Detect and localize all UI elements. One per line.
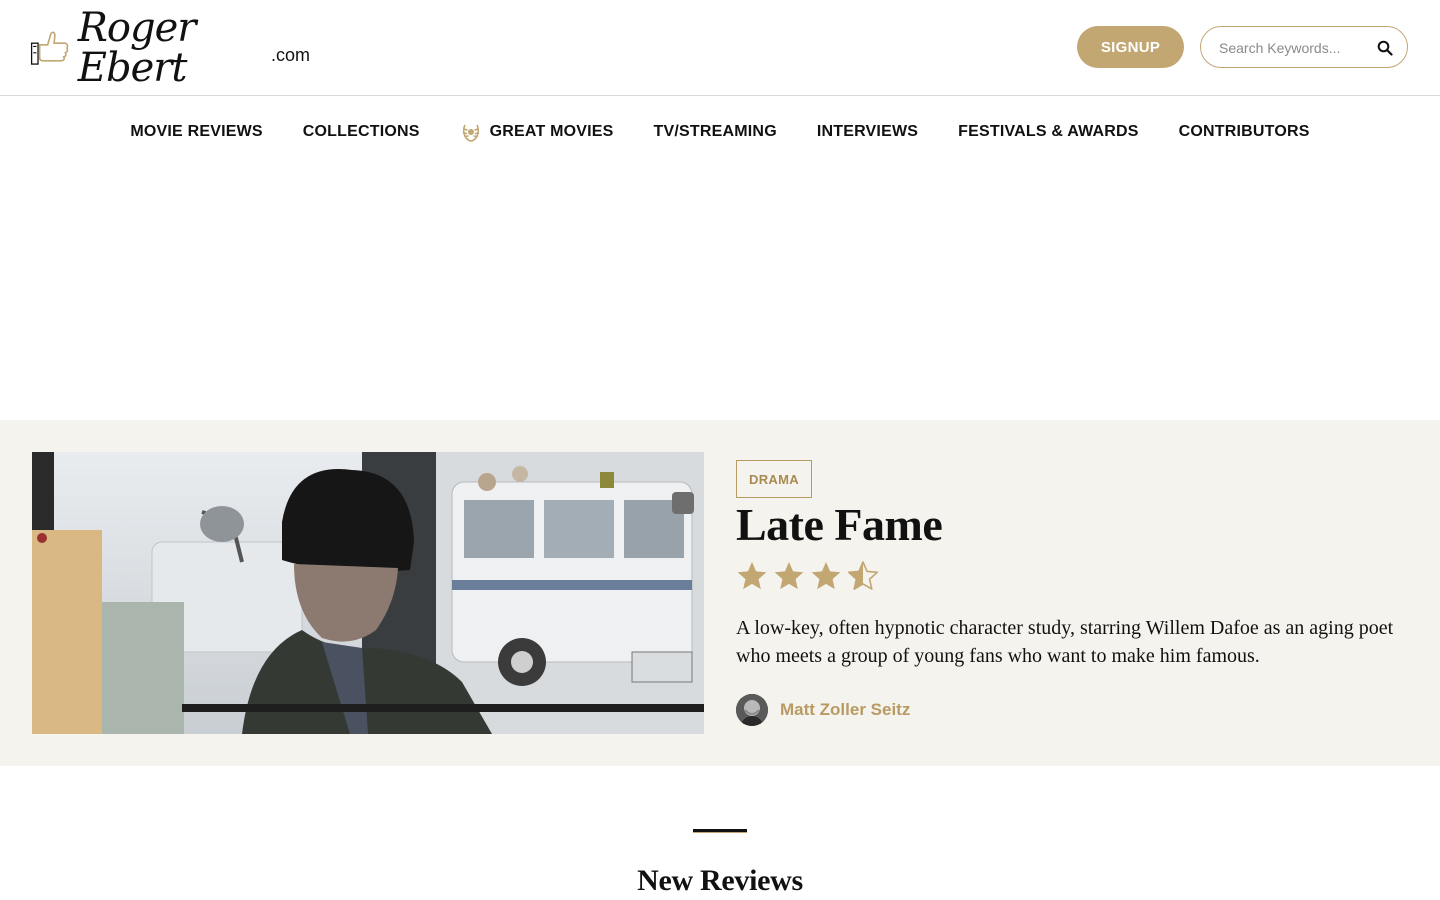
nav-item-label: MOVIE REVIEWS	[130, 123, 263, 140]
nav-item-label: CONTRIBUTORS	[1178, 123, 1310, 140]
star-full-icon	[811, 562, 841, 590]
nav-item-label: FESTIVALS & AWARDS	[958, 123, 1139, 140]
main-nav: MOVIE REVIEWS COLLECTIONS GREAT MOVIES T…	[0, 96, 1440, 168]
thumbs-up-logo-icon	[30, 31, 69, 65]
nav-item-label: GREAT MOVIES	[489, 123, 614, 140]
film-still-illustration	[32, 452, 704, 734]
star-half-icon	[847, 561, 879, 590]
author-name[interactable]: Matt Zoller Seitz	[780, 700, 910, 720]
nav-item-interviews[interactable]: INTERVIEWS	[817, 123, 918, 141]
nav-item-great-movies[interactable]: GREAT MOVIES	[460, 121, 614, 143]
new-reviews-heading: New Reviews	[637, 864, 803, 897]
nav-item-contributors[interactable]: CONTRIBUTORS	[1179, 123, 1310, 141]
nav-item-label: INTERVIEWS	[816, 123, 919, 140]
star-rating	[736, 560, 879, 592]
site-header: Roger Ebert .com SIGNUP	[0, 0, 1440, 96]
ad-placeholder	[0, 168, 1440, 420]
section-divider	[693, 829, 747, 833]
featured-review: DRAMA Late Fame A low-key, often hypnoti…	[0, 420, 1440, 766]
star-full-icon	[737, 562, 767, 590]
featured-review-blurb: A low-key, often hypnotic character stud…	[736, 617, 1394, 667]
featured-review-title[interactable]: Late Fame	[736, 498, 943, 551]
signup-button[interactable]: SIGNUP	[1077, 26, 1184, 68]
featured-review-image[interactable]	[32, 452, 704, 734]
avatar	[736, 694, 768, 726]
nav-item-festivals-awards[interactable]: FESTIVALS & AWARDS	[958, 123, 1139, 141]
nav-item-label: COLLECTIONS	[302, 123, 420, 140]
nav-item-movie-reviews[interactable]: MOVIE REVIEWS	[130, 123, 262, 141]
genre-tag[interactable]: DRAMA	[736, 460, 812, 498]
search-box	[1200, 26, 1408, 68]
logo-wordmark: Roger Ebert	[77, 5, 197, 91]
logo-domain-suffix: .com	[270, 45, 310, 65]
author-byline[interactable]: Matt Zoller Seitz	[736, 694, 910, 726]
nav-item-label: TV/STREAMING	[653, 123, 777, 140]
nav-item-tv-streaming[interactable]: TV/STREAMING	[654, 123, 777, 141]
search-input[interactable]	[1219, 37, 1369, 59]
star-full-icon	[774, 562, 804, 590]
search-icon[interactable]	[1377, 40, 1393, 56]
laurel-icon	[462, 124, 479, 142]
nav-item-collections[interactable]: COLLECTIONS	[303, 123, 420, 141]
site-logo[interactable]: Roger Ebert .com	[30, 8, 310, 88]
